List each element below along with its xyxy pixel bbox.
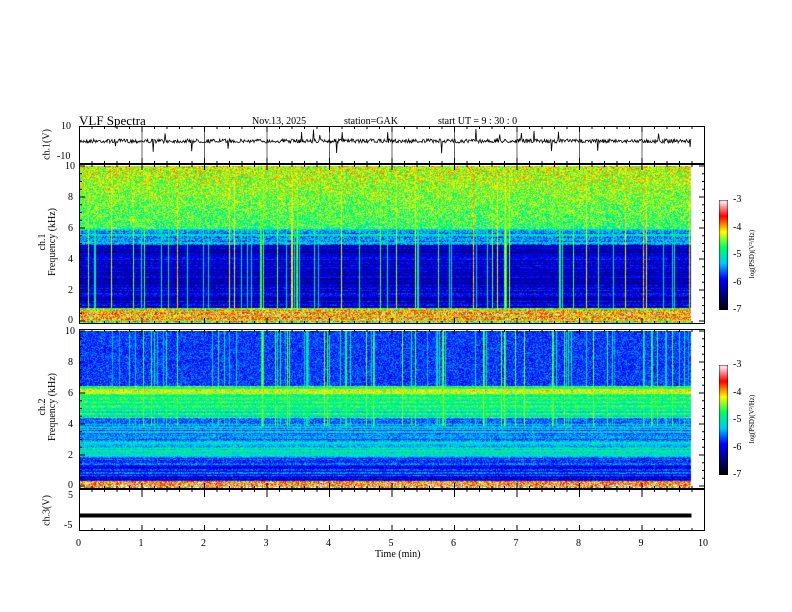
ch1-waveform-plot [79, 126, 705, 164]
cb1-tick: -6 [733, 277, 742, 288]
x-tick-label: 9 [638, 538, 644, 549]
cb2-tick: -7 [733, 469, 742, 480]
s1-ytick: 10 [65, 161, 75, 172]
ch3-ylabel: ch.3(V) [41, 495, 53, 526]
cb2-label: log(PSD)(V²/Hz) [748, 394, 756, 444]
s2-ytick: 4 [68, 419, 73, 430]
cb2-tick: -3 [733, 359, 742, 370]
x-tick-label: 1 [138, 538, 144, 549]
cb2-tick: -5 [733, 414, 742, 425]
s1-ylabel: ch.1 Frequency (kHz) [37, 182, 58, 302]
vlf-spectra-figure: VLF Spectra Nov.13, 2025 station=GAK sta… [0, 0, 792, 612]
s1-ytick: 2 [68, 285, 73, 296]
x-tick-label: 3 [263, 538, 269, 549]
cb1-tick: -7 [733, 304, 742, 315]
cb1-tick: -4 [733, 222, 742, 233]
x-tick-label: 6 [451, 538, 456, 549]
ch3-waveform-line [79, 513, 692, 518]
s2-ylabel: ch.2 Frequency (kHz) [37, 347, 58, 467]
plot-frame [79, 329, 705, 489]
s2-ylabel-freq: Frequency (kHz) [47, 372, 58, 442]
ch3-ytick: 5 [68, 490, 73, 501]
s2-ytick: 6 [68, 388, 73, 399]
ch3-ytick: -5 [64, 520, 73, 531]
s1-ylabel-freq: Frequency (kHz) [47, 207, 58, 277]
s1-ytick: 4 [68, 254, 73, 265]
ch1-ytick: 10 [61, 121, 71, 132]
x-tick-label: 10 [698, 538, 708, 549]
s2-ytick: 8 [68, 357, 73, 368]
cb2-tick: -4 [733, 387, 742, 398]
ch1-spectrogram-axes [79, 164, 705, 324]
s1-ytick: 8 [68, 192, 73, 203]
s2-ytick: 2 [68, 450, 73, 461]
x-tick-label: 4 [326, 538, 331, 549]
x-tick-label: 0 [76, 538, 81, 549]
s1-ytick: 6 [68, 223, 73, 234]
cb1-tick: -5 [733, 249, 742, 260]
x-axis-label: Time (min) [375, 549, 421, 560]
ch2-spectrogram-axes [79, 329, 705, 489]
cb1-label: log(PSD)(V²/Hz) [748, 229, 756, 279]
s1-ytick: 0 [68, 315, 73, 326]
x-tick-label: 8 [576, 538, 581, 549]
ch1-waveform-line [79, 128, 692, 154]
s1-colorbar [719, 200, 728, 310]
ch1-ylabel: ch.1(V) [41, 129, 53, 160]
x-tick-label: 5 [388, 538, 394, 549]
x-tick-label: 2 [201, 538, 206, 549]
plot-frame [79, 164, 705, 324]
s2-ytick: 10 [65, 326, 75, 337]
s2-colorbar [719, 365, 728, 475]
x-tick-label: 7 [513, 538, 519, 549]
cb2-tick: -6 [733, 442, 742, 453]
cb1-tick: -3 [733, 194, 742, 205]
